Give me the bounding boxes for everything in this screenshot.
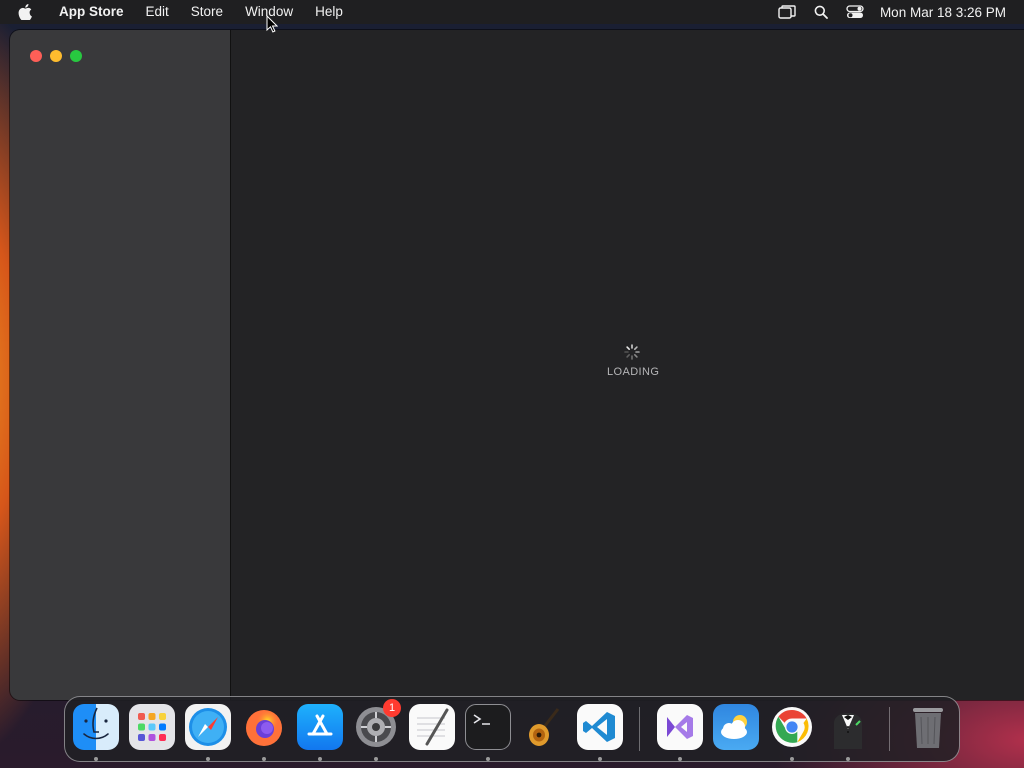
dock-separator	[889, 707, 890, 751]
running-indicator	[94, 757, 98, 761]
control-center-icon[interactable]	[844, 1, 866, 23]
app-store-window: LOADING	[10, 30, 1024, 700]
maximize-button[interactable]	[70, 50, 82, 62]
running-indicator	[486, 757, 490, 761]
running-indicator	[790, 757, 794, 761]
spinner-icon	[624, 344, 640, 360]
dock-separator	[639, 707, 640, 751]
loading-indicator: LOADING	[607, 344, 660, 378]
chrome-icon[interactable]	[769, 704, 815, 750]
running-indicator	[598, 757, 602, 761]
visual-studio-icon[interactable]	[657, 704, 703, 750]
dock: 1	[64, 696, 960, 762]
textedit-icon[interactable]	[409, 704, 455, 750]
menu-edit[interactable]: Edit	[135, 0, 180, 24]
menu-help[interactable]: Help	[304, 0, 354, 24]
firefox-icon[interactable]	[241, 704, 287, 750]
menubar-clock[interactable]: Mon Mar 18 3:26 PM	[880, 5, 1006, 20]
finder-icon[interactable]	[73, 704, 119, 750]
minimize-button[interactable]	[50, 50, 62, 62]
running-indicator	[206, 757, 210, 761]
bartender-icon[interactable]	[825, 704, 871, 750]
menu-bar: App Store Edit Store Window Help Mon Mar…	[0, 0, 1024, 24]
running-indicator	[374, 757, 378, 761]
terminal-icon[interactable]	[465, 704, 511, 750]
running-indicator	[262, 757, 266, 761]
launchpad-icon[interactable]	[129, 704, 175, 750]
apple-icon[interactable]	[18, 3, 34, 21]
weather-icon[interactable]	[713, 704, 759, 750]
garageband-icon[interactable]	[521, 704, 567, 750]
notification-badge: 1	[383, 699, 401, 717]
window-controls	[30, 50, 82, 62]
running-indicator	[318, 757, 322, 761]
menu-store[interactable]: Store	[180, 0, 234, 24]
loading-label: LOADING	[607, 366, 660, 378]
app-store-icon[interactable]	[297, 704, 343, 750]
trash-icon[interactable]	[905, 704, 951, 750]
close-button[interactable]	[30, 50, 42, 62]
mouse-cursor-icon	[266, 14, 279, 33]
main-content: LOADING	[231, 30, 1024, 700]
vscode-icon[interactable]	[577, 704, 623, 750]
running-indicator	[846, 757, 850, 761]
menu-app-name[interactable]: App Store	[48, 0, 135, 24]
safari-icon[interactable]	[185, 704, 231, 750]
sidebar	[10, 30, 231, 700]
screen-mirroring-icon[interactable]	[776, 1, 798, 23]
spotlight-search-icon[interactable]	[810, 1, 832, 23]
running-indicator	[678, 757, 682, 761]
